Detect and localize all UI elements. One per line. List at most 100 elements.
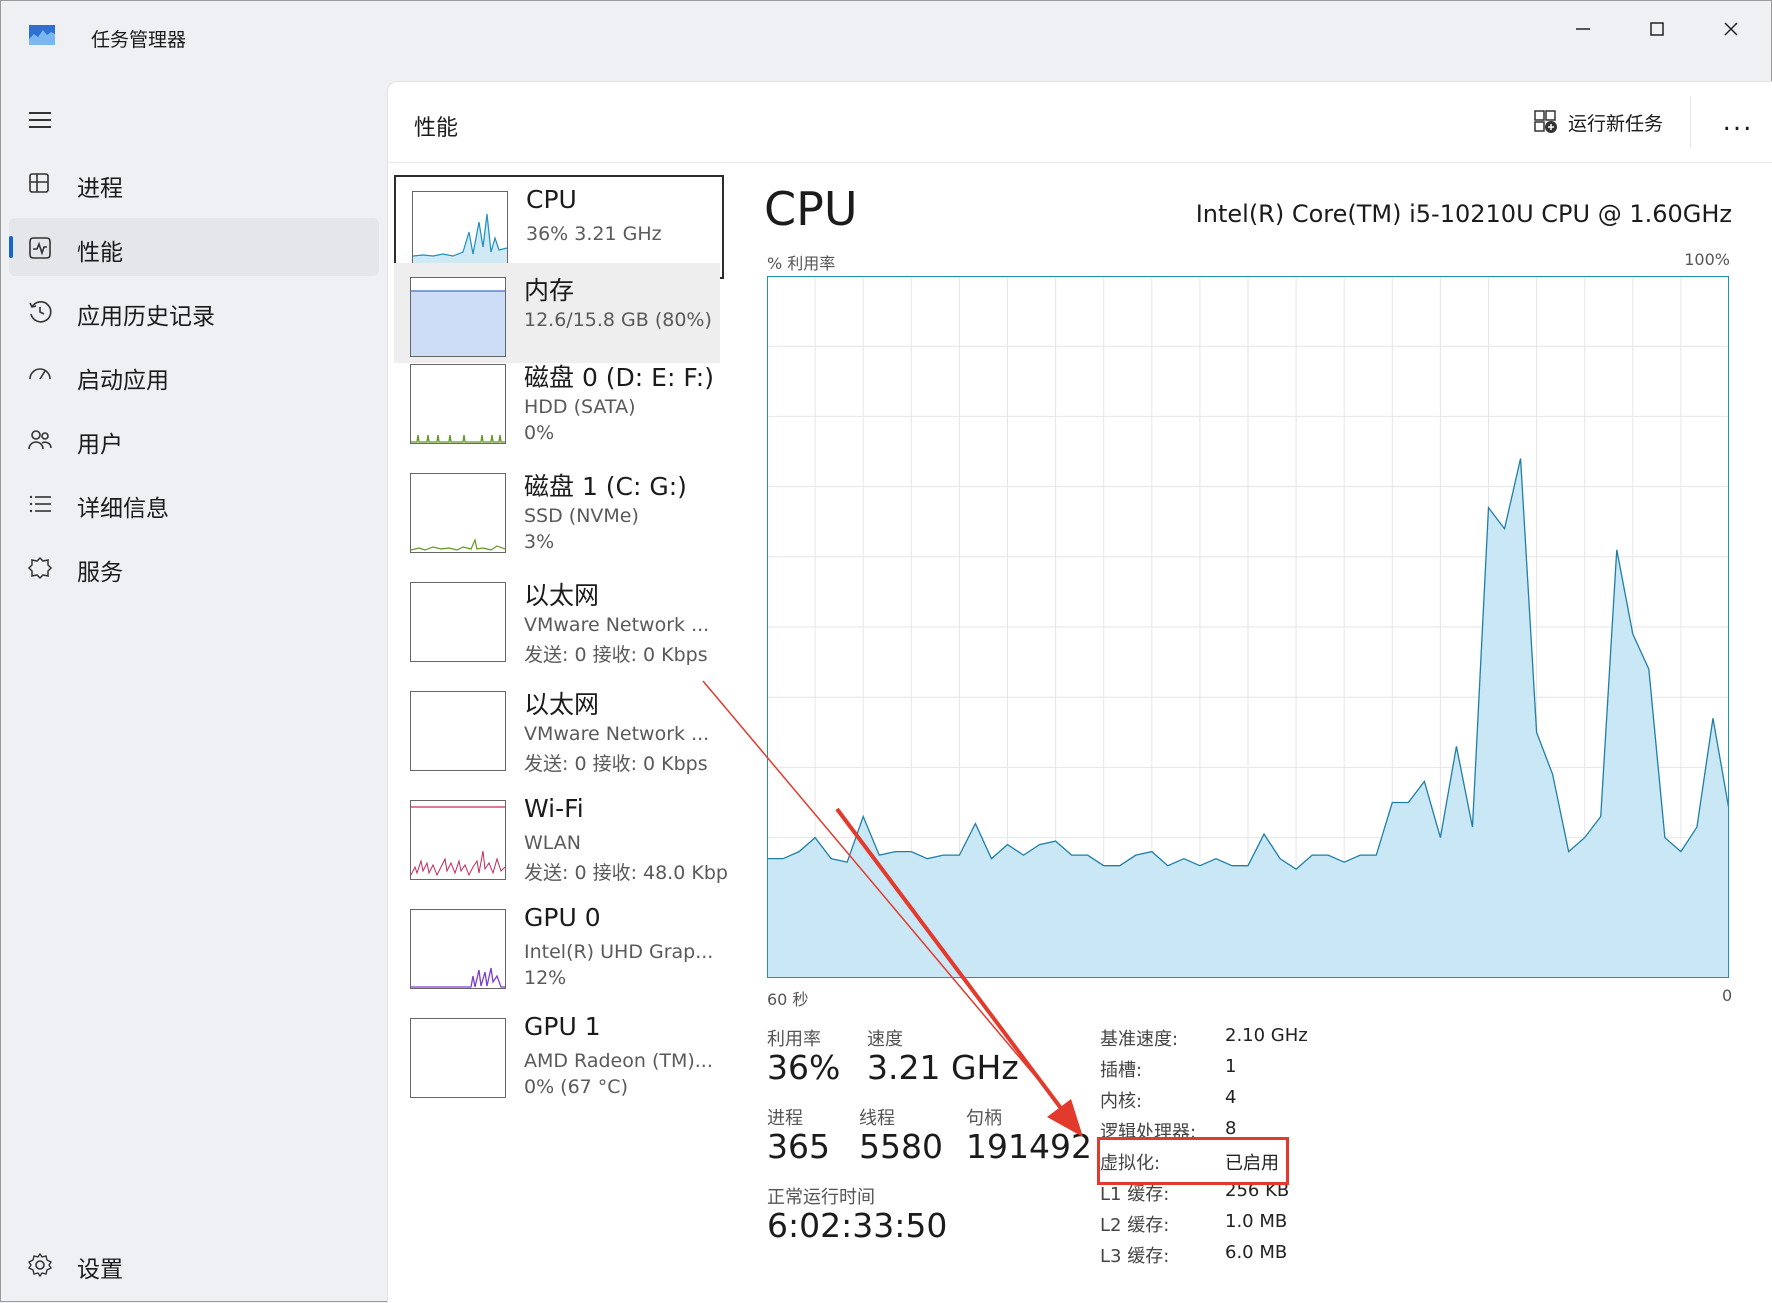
handles-value: 191492 — [966, 1127, 1092, 1166]
disk-1-thumbnail — [410, 473, 506, 553]
resource-name: 以太网 — [524, 690, 600, 719]
gpu-0-thumbnail — [410, 909, 506, 989]
spec-label-cores: 内核: — [1100, 1091, 1143, 1112]
resource-item-gpu-1[interactable]: GPU 1 AMD Radeon (TM)... 0% (67 °C) — [394, 1004, 720, 1104]
nav-label-settings: 设置 — [77, 1257, 123, 1283]
nav-label-processes: 进程 — [77, 176, 123, 202]
services-icon — [27, 556, 53, 580]
cpu-thumbnail — [412, 191, 508, 271]
nav-item-app-history[interactable]: 应用历史记录 — [9, 282, 379, 340]
uptime-value: 6:02:33:50 — [767, 1206, 948, 1245]
close-icon — [1724, 22, 1738, 36]
nav-item-settings[interactable]: 设置 — [9, 1235, 379, 1293]
processes-value: 365 — [767, 1127, 830, 1166]
resource-name: Wi-Fi — [524, 794, 584, 823]
resource-item-gpu-0[interactable]: GPU 0 Intel(R) UHD Grap... 12% — [394, 895, 720, 995]
resource-usage: 发送: 0 接收: 0 Kbps — [524, 644, 708, 666]
maximize-icon — [1650, 22, 1664, 36]
performance-icon — [29, 237, 51, 259]
resource-name: GPU 1 — [524, 1012, 601, 1041]
task-manager-app-icon — [29, 25, 55, 45]
spec-label-l3-cache: L3 缓存: — [1100, 1246, 1170, 1267]
cpu-model-name: Intel(R) Core(TM) i5-10210U CPU @ 1.60GH… — [1195, 200, 1732, 228]
hamburger-menu-icon[interactable] — [27, 107, 53, 133]
resource-detail: SSD (NVMe) — [524, 505, 639, 527]
resource-usage: 3% — [524, 531, 555, 553]
spec-value-l2-cache: 1.0 MB — [1225, 1211, 1288, 1232]
nav-item-services[interactable]: 服务 — [9, 538, 379, 596]
ethernet-1-thumbnail — [410, 582, 506, 662]
resource-usage: 发送: 0 接收: 48.0 Kbp — [524, 862, 728, 884]
nav-label-users: 用户 — [77, 432, 123, 458]
maximize-button[interactable] — [1627, 7, 1687, 51]
utilization-value: 36% — [767, 1048, 841, 1087]
nav-item-startup-apps[interactable]: 启动应用 — [9, 346, 379, 404]
run-task-icon — [1534, 110, 1557, 133]
cpu-thumbnail-graph — [413, 213, 507, 270]
gear-icon — [27, 1252, 53, 1278]
nav-label-details: 详细信息 — [77, 496, 169, 522]
resource-name: 磁盘 1 (C: G:) — [524, 472, 687, 501]
resource-item-memory[interactable]: 内存 12.6/15.8 GB (80%) — [394, 263, 720, 363]
resource-item-ethernet-1[interactable]: 以太网 VMware Network ... 发送: 0 接收: 0 Kbps — [394, 568, 720, 668]
title-bar: 任务管理器 — [1, 1, 1771, 75]
close-button[interactable] — [1701, 7, 1761, 51]
resource-name: CPU — [526, 185, 577, 214]
resource-name: GPU 0 — [524, 903, 601, 932]
resource-detail: Intel(R) UHD Grap... — [524, 941, 714, 963]
nav-item-processes[interactable]: 进程 — [9, 154, 379, 212]
y-axis-label: % 利用率 — [767, 254, 836, 273]
gpu-0-thumbnail-graph — [411, 967, 505, 988]
resource-item-ethernet-2[interactable]: 以太网 VMware Network ... 发送: 0 接收: 0 Kbps — [394, 677, 720, 777]
spec-label-l2-cache: L2 缓存: — [1100, 1215, 1170, 1236]
nav-item-performance[interactable]: 性能 — [9, 218, 379, 276]
active-indicator — [9, 236, 13, 258]
resource-item-disk-0[interactable]: 磁盘 0 (D: E: F:) HDD (SATA) 0% — [394, 350, 720, 450]
nav-item-details[interactable]: 详细信息 — [9, 474, 379, 532]
resource-name: 以太网 — [524, 581, 600, 610]
header-divider — [1690, 96, 1691, 148]
more-options-icon: ... — [1722, 107, 1754, 137]
resource-name: 内存 — [524, 276, 575, 305]
threads-value: 5580 — [859, 1127, 943, 1166]
resource-item-wifi[interactable]: Wi-Fi WLAN 发送: 0 接收: 48.0 Kbp — [394, 786, 728, 886]
memory-thumbnail-graph — [411, 290, 505, 356]
spec-value-base-speed: 2.10 GHz — [1225, 1025, 1308, 1046]
details-icon — [29, 495, 51, 513]
resource-detail: AMD Radeon (TM)... — [524, 1050, 713, 1072]
spec-value-cores: 4 — [1225, 1087, 1237, 1108]
resource-usage: 0% — [524, 422, 555, 444]
more-options-button[interactable]: ... — [1718, 102, 1758, 142]
memory-thumbnail — [410, 277, 506, 357]
detail-title: CPU — [764, 182, 858, 236]
nav-label-services: 服务 — [77, 560, 123, 586]
resource-usage: 0% (67 °C) — [524, 1076, 628, 1098]
resource-detail: 12.6/15.8 GB (80%) — [524, 309, 712, 331]
gpu-1-thumbnail — [410, 1018, 506, 1098]
minimize-icon — [1576, 28, 1590, 30]
startup-icon — [29, 368, 51, 380]
spec-value-logical-processors: 8 — [1225, 1118, 1237, 1139]
cpu-utilization-chart — [767, 276, 1729, 978]
wifi-thumbnail — [410, 800, 506, 880]
nav-label-startup-apps: 启动应用 — [77, 368, 169, 394]
page-title: 性能 — [414, 116, 459, 141]
disk-1-thumbnail-graph — [411, 538, 505, 551]
wifi-thumbnail-graph — [411, 806, 505, 877]
resource-usage: 发送: 0 接收: 0 Kbps — [524, 753, 708, 775]
run-new-task-button[interactable]: 运行新任务 — [1534, 102, 1663, 142]
ethernet-2-thumbnail — [410, 691, 506, 771]
spec-value-l3-cache: 6.0 MB — [1225, 1242, 1288, 1263]
resource-detail: 36% 3.21 GHz — [526, 223, 662, 245]
resource-item-disk-1[interactable]: 磁盘 1 (C: G:) SSD (NVMe) 3% — [394, 459, 720, 559]
window-title: 任务管理器 — [91, 29, 187, 51]
x-axis-right-label: 0 — [1722, 986, 1733, 1005]
spec-label-sockets: 插槽: — [1100, 1060, 1143, 1081]
minimize-button[interactable] — [1553, 7, 1613, 51]
resource-detail: WLAN — [524, 832, 582, 854]
disk-0-thumbnail-graph — [411, 434, 505, 443]
spec-label-base-speed: 基准速度: — [1100, 1029, 1179, 1050]
nav-item-users[interactable]: 用户 — [9, 410, 379, 468]
resource-detail: VMware Network ... — [524, 723, 710, 745]
virtualization-highlight-box — [1097, 1137, 1289, 1185]
